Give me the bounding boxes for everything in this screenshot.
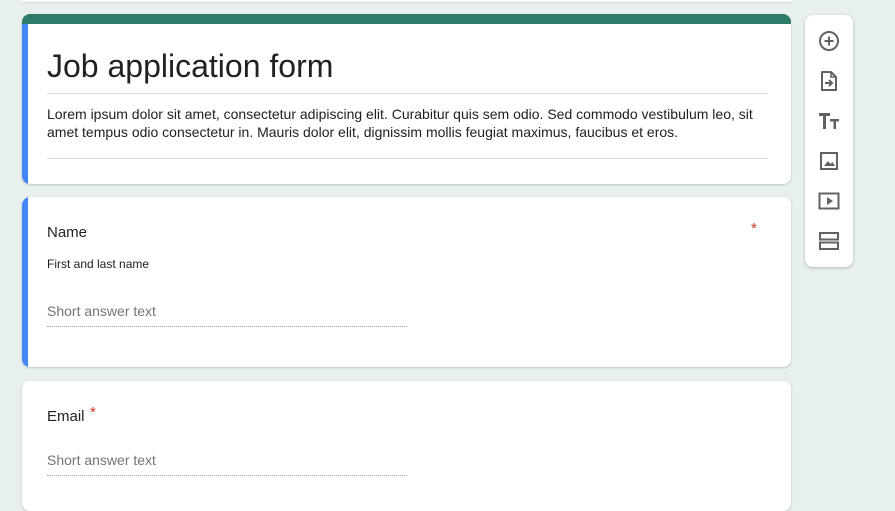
form-header-card[interactable]: Job application form Lorem ipsum dolor s… bbox=[22, 14, 791, 184]
short-answer-field[interactable]: Short answer text bbox=[47, 303, 407, 327]
add-section-button[interactable] bbox=[817, 229, 841, 253]
add-video-button[interactable] bbox=[817, 189, 841, 213]
form-description[interactable]: Lorem ipsum dolor sit amet, consectetur … bbox=[47, 105, 772, 141]
add-title-icon bbox=[819, 113, 839, 129]
add-title-button[interactable] bbox=[817, 109, 841, 133]
required-asterisk: * bbox=[751, 220, 757, 237]
floating-toolbar bbox=[805, 15, 853, 267]
required-asterisk: * bbox=[90, 404, 96, 421]
theme-accent-bar bbox=[22, 14, 791, 24]
add-image-icon bbox=[820, 152, 838, 170]
question-description: First and last name bbox=[47, 257, 150, 271]
add-video-icon bbox=[818, 192, 840, 210]
import-questions-icon bbox=[821, 71, 837, 91]
add-section-icon bbox=[819, 232, 839, 250]
active-card-indicator bbox=[22, 24, 28, 184]
add-question-button[interactable] bbox=[817, 29, 841, 53]
form-title[interactable]: Job application form bbox=[47, 48, 333, 84]
description-underline bbox=[47, 158, 768, 159]
title-underline bbox=[47, 93, 768, 94]
add-question-icon bbox=[819, 31, 839, 51]
import-questions-button[interactable] bbox=[817, 69, 841, 93]
active-card-indicator bbox=[22, 197, 28, 367]
question-card-email[interactable]: Email * Short answer text bbox=[22, 381, 791, 511]
question-card-name[interactable]: Name * First and last name Short answer … bbox=[22, 197, 791, 367]
previous-card-edge bbox=[22, 0, 792, 3]
question-title: Email bbox=[47, 408, 85, 425]
add-image-button[interactable] bbox=[817, 149, 841, 173]
question-title: Name bbox=[47, 224, 88, 241]
short-answer-field[interactable]: Short answer text bbox=[47, 452, 407, 476]
